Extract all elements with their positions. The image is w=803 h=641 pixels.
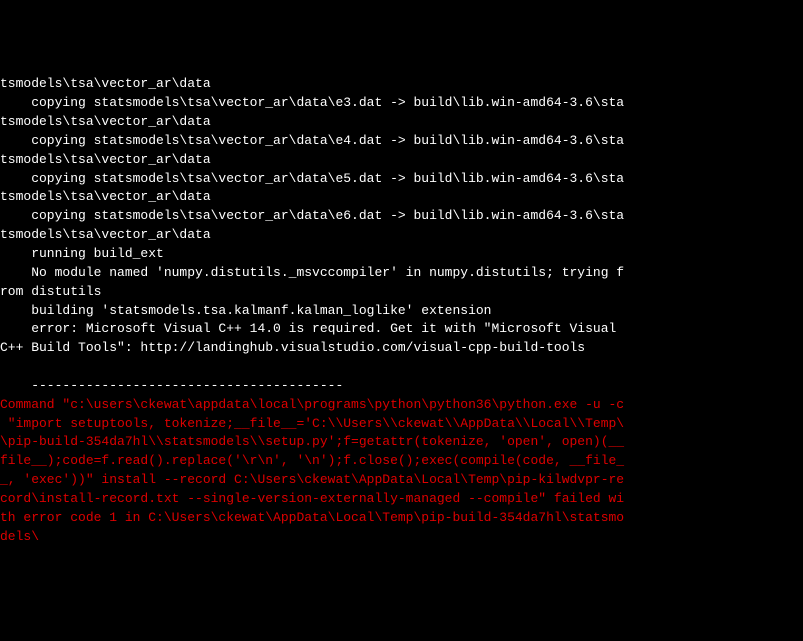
terminal-line: tsmodels\tsa\vector_ar\data: [0, 113, 803, 132]
terminal-line: Command "c:\users\ckewat\appdata\local\p…: [0, 396, 803, 415]
terminal-line: copying statsmodels\tsa\vector_ar\data\e…: [0, 132, 803, 151]
terminal-line: tsmodels\tsa\vector_ar\data: [0, 226, 803, 245]
terminal-line: tsmodels\tsa\vector_ar\data: [0, 188, 803, 207]
terminal-line: rom distutils: [0, 283, 803, 302]
terminal-line: building 'statsmodels.tsa.kalmanf.kalman…: [0, 302, 803, 321]
terminal-output: tsmodels\tsa\vector_ar\data copying stat…: [0, 75, 803, 546]
terminal-line: copying statsmodels\tsa\vector_ar\data\e…: [0, 170, 803, 189]
terminal-line: _, 'exec'))" install --record C:\Users\c…: [0, 471, 803, 490]
terminal-line: copying statsmodels\tsa\vector_ar\data\e…: [0, 94, 803, 113]
terminal-line: [0, 358, 803, 377]
terminal-line: tsmodels\tsa\vector_ar\data: [0, 75, 803, 94]
terminal-line: ----------------------------------------: [0, 377, 803, 396]
terminal-line: file__);code=f.read().replace('\r\n', '\…: [0, 452, 803, 471]
terminal-line: dels\: [0, 528, 803, 547]
terminal-line: th error code 1 in C:\Users\ckewat\AppDa…: [0, 509, 803, 528]
terminal-line: No module named 'numpy.distutils._msvcco…: [0, 264, 803, 283]
terminal-line: \pip-build-354da7hl\\statsmodels\\setup.…: [0, 433, 803, 452]
terminal-line: "import setuptools, tokenize;__file__='C…: [0, 415, 803, 434]
terminal-line: copying statsmodels\tsa\vector_ar\data\e…: [0, 207, 803, 226]
terminal-line: cord\install-record.txt --single-version…: [0, 490, 803, 509]
terminal-line: tsmodels\tsa\vector_ar\data: [0, 151, 803, 170]
terminal-line: C++ Build Tools": http://landinghub.visu…: [0, 339, 803, 358]
terminal-line: running build_ext: [0, 245, 803, 264]
terminal-line: error: Microsoft Visual C++ 14.0 is requ…: [0, 320, 803, 339]
